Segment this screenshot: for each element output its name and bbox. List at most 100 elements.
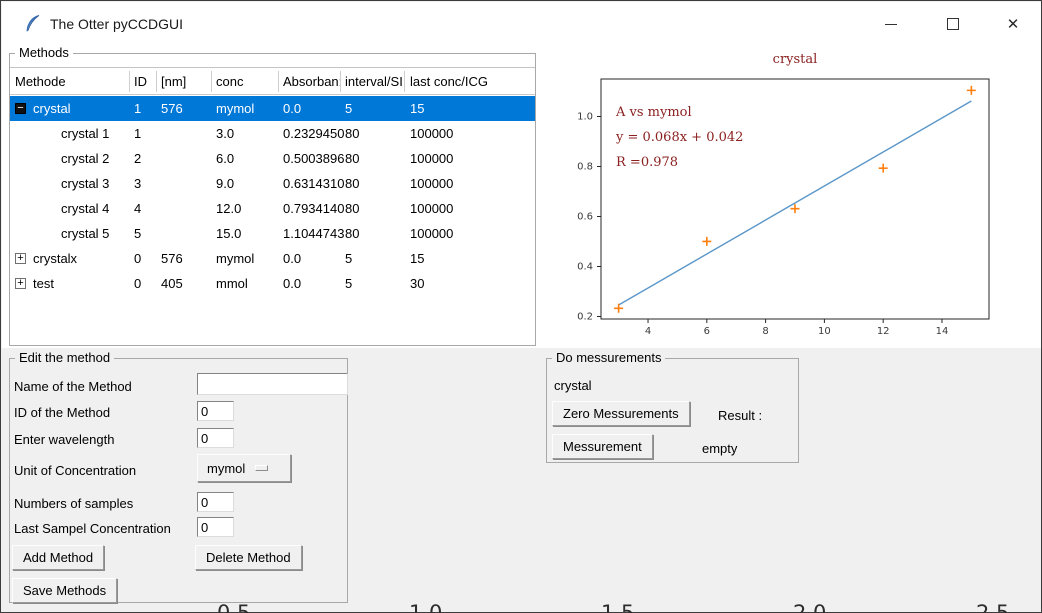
samples-input[interactable] [197, 492, 234, 512]
cell-interval: 5 [345, 101, 352, 116]
column-header-id[interactable]: ID [134, 74, 147, 89]
tree-row-crystal-2[interactable]: crystal 226.00.500389680100000 [10, 146, 535, 171]
cell-conc: 12.0 [216, 201, 241, 216]
cell-id: 2 [134, 151, 141, 166]
close-icon: ✕ [1007, 16, 1020, 33]
svg-text:crystal: crystal [773, 52, 818, 67]
cell-name: test [33, 276, 54, 291]
maximize-button[interactable] [940, 11, 966, 37]
edit-method-frame: Edit the method Name of the Method ID of… [9, 358, 348, 603]
header-separator [404, 71, 405, 92]
maximize-icon [947, 18, 959, 30]
cell-conc: 6.0 [216, 151, 234, 166]
cell-conc: 3.0 [216, 126, 234, 141]
tree-row-crystal-5[interactable]: crystal 5515.01.104474380100000 [10, 221, 535, 246]
cell-name: crystal 2 [61, 151, 109, 166]
add-method-button[interactable]: Add Method [12, 545, 104, 570]
column-header-absorban[interactable]: Absorban: [283, 74, 342, 89]
background-tick-label: 1.5 [601, 601, 634, 613]
tree-row-crystalx[interactable]: +crystalx0576mymol0.0515 [10, 246, 535, 271]
cell-interval: 80 [345, 176, 359, 191]
cell-conc: 15.0 [216, 226, 241, 241]
method-id-input[interactable] [197, 401, 234, 421]
cell-name: crystal 4 [61, 201, 109, 216]
cell-name: crystalx [33, 251, 77, 266]
svg-text:1.0: 1.0 [577, 112, 593, 123]
cell-id: 3 [134, 176, 141, 191]
header-separator [129, 71, 130, 92]
svg-text:0.2: 0.2 [577, 312, 593, 323]
header-separator [340, 71, 341, 92]
background-tick-label: 0.5 [217, 601, 250, 613]
cell-last: 15 [410, 251, 424, 266]
tree-row-crystal-1[interactable]: crystal 113.00.232945080100000 [10, 121, 535, 146]
last-concentration-label: Last Sampel Concentration [14, 521, 171, 536]
column-header-last-conc-icg[interactable]: last conc/ICG [410, 74, 488, 89]
column-header-interval-si[interactable]: interval/SI [345, 74, 403, 89]
save-methods-button[interactable]: Save Methods [12, 578, 117, 603]
background-tick-label: 2.0 [793, 601, 826, 613]
column-header-conc[interactable]: conc [216, 74, 243, 89]
measurement-button[interactable]: Messurement [552, 434, 653, 459]
dropdown-indicator-icon [255, 465, 268, 471]
unit-dropdown[interactable]: mymol [197, 454, 291, 482]
svg-text:6: 6 [704, 326, 710, 337]
methods-frame-label: Methods [15, 45, 73, 60]
app-window: 0.5 1.0 1.5 2.0 2.5 The Otter pyCCDGUI ✕… [0, 0, 1042, 613]
method-name-input[interactable] [197, 373, 348, 395]
cell-abs: 0.2329450 [283, 126, 344, 141]
close-button[interactable]: ✕ [1000, 13, 1026, 39]
delete-method-button[interactable]: Delete Method [195, 545, 302, 570]
edit-method-frame-label: Edit the method [15, 350, 114, 365]
title-bar[interactable]: The Otter pyCCDGUI ✕ [2, 2, 1041, 45]
cell-abs: 0.7934140 [283, 201, 344, 216]
cell-conc: 9.0 [216, 176, 234, 191]
cell-interval: 80 [345, 226, 359, 241]
background-tick-label: 1.0 [409, 601, 442, 613]
cell-conc: mymol [216, 251, 254, 266]
header-separator [211, 71, 212, 92]
svg-text:10: 10 [818, 326, 831, 337]
tree-row-crystal[interactable]: −crystal1576mymol0.0515 [10, 96, 535, 121]
svg-text:A vs mymol: A vs mymol [615, 105, 692, 120]
app-icon [24, 13, 42, 34]
cell-name: crystal [33, 101, 71, 116]
tree-row-crystal-3[interactable]: crystal 339.00.631431080100000 [10, 171, 535, 196]
svg-text:14: 14 [936, 326, 949, 337]
cell-last: 100000 [410, 151, 453, 166]
methods-treeview[interactable]: Methode ID [nm] conc Absorban:interval/SI las… [10, 67, 535, 345]
last-concentration-input[interactable] [197, 517, 234, 537]
svg-text:4: 4 [645, 326, 651, 337]
svg-text:0.4: 0.4 [577, 262, 593, 273]
svg-text:8: 8 [762, 326, 768, 337]
header-separator [278, 71, 279, 92]
collapse-icon[interactable]: − [15, 103, 26, 114]
expand-icon[interactable]: + [15, 253, 26, 264]
expand-icon[interactable]: + [15, 278, 26, 289]
cell-abs: 0.0 [283, 276, 301, 291]
cell-name: crystal 3 [61, 176, 109, 191]
minimize-button[interactable] [878, 11, 904, 37]
cell-abs: 1.1044743 [283, 226, 344, 241]
column-header-methode[interactable]: Methode [15, 74, 66, 89]
cell-id: 0 [134, 251, 141, 266]
cell-nm: 405 [161, 276, 183, 291]
column-header-nm[interactable]: [nm] [161, 74, 186, 89]
header-separator [156, 71, 157, 92]
svg-text:0.6: 0.6 [577, 212, 593, 223]
wavelength-input[interactable] [197, 428, 234, 448]
name-label: Name of the Method [14, 379, 132, 394]
svg-text:y = 0.068x + 0.042: y = 0.068x + 0.042 [615, 130, 743, 145]
window-title: The Otter pyCCDGUI [50, 16, 183, 32]
id-label: ID of the Method [14, 405, 110, 420]
cell-nm: 576 [161, 251, 183, 266]
zero-measurements-button[interactable]: Zero Messurements [552, 401, 690, 426]
samples-label: Numbers of samples [14, 496, 133, 511]
tree-row-crystal-4[interactable]: crystal 4412.00.793414080100000 [10, 196, 535, 221]
svg-text:12: 12 [877, 326, 890, 337]
cell-last: 100000 [410, 226, 453, 241]
cell-abs: 0.6314310 [283, 176, 344, 191]
treeview-header: Methode ID [nm] conc Absorban:interval/SI las… [10, 68, 535, 95]
tree-row-test[interactable]: +test0405mmol0.0530 [10, 271, 535, 296]
result-label: Result : [718, 408, 762, 423]
